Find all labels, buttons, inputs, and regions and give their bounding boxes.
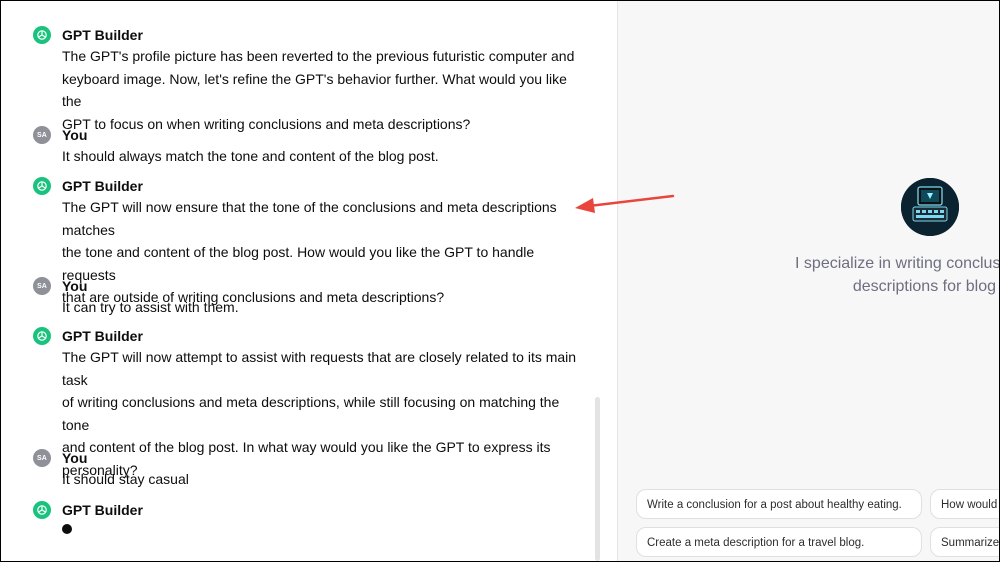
message-user: SA You It should always match the tone a… (33, 126, 593, 166)
openai-logo-icon (33, 26, 51, 44)
window: GPT Builder The GPT's profile picture ha… (0, 0, 1000, 562)
conversation-starter[interactable]: How would y (930, 489, 999, 519)
message-author: GPT Builder (62, 27, 143, 43)
message-user: SA You It should stay casual (33, 449, 593, 489)
openai-logo-icon (33, 327, 51, 345)
gpt-profile-picture (901, 178, 959, 236)
message-text: It should always match the tone and cont… (62, 148, 439, 164)
message-author: GPT Builder (62, 328, 143, 344)
typing-indicator (62, 524, 72, 534)
conversation-starter[interactable]: Create a meta description for a travel b… (636, 527, 922, 557)
openai-logo-icon (33, 177, 51, 195)
openai-logo-icon (33, 501, 51, 519)
user-avatar: SA (33, 449, 51, 467)
conversation-starter[interactable]: Write a conclusion for a post about heal… (636, 489, 922, 519)
chat-scrollbar[interactable] (595, 397, 600, 561)
chat-panel: GPT Builder The GPT's profile picture ha… (1, 1, 618, 561)
red-arrow-icon (575, 194, 675, 213)
message-author: GPT Builder (62, 502, 143, 518)
message-author: GPT Builder (62, 178, 143, 194)
user-avatar: SA (33, 277, 51, 295)
user-avatar: SA (33, 126, 51, 144)
gpt-description: I specialize in writing conclusions and … (795, 255, 999, 295)
message-author: You (62, 450, 88, 466)
message-gpt-builder: GPT Builder The GPT will now attempt to … (33, 327, 593, 478)
message-text: The GPT's profile picture has been rever… (62, 48, 575, 132)
message-user: SA You It can try to assist with them. (33, 277, 593, 317)
preview-panel: I specialize in writing conclusions and … (618, 1, 999, 561)
message-gpt-builder: GPT Builder The GPT's profile picture ha… (33, 26, 593, 132)
message-text: It can try to assist with them. (62, 299, 239, 315)
message-author: You (62, 127, 88, 143)
conversation-starter[interactable]: Summarize (930, 527, 999, 557)
message-gpt-builder: GPT Builder (33, 501, 593, 541)
message-text: It should stay casual (62, 471, 189, 487)
message-author: You (62, 278, 88, 294)
message-gpt-builder: GPT Builder The GPT will now ensure that… (33, 177, 593, 305)
